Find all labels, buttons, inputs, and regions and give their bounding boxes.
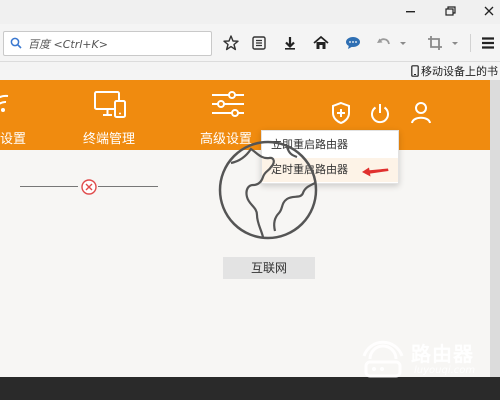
download-icon[interactable]: [279, 32, 301, 54]
browser-window: 移动设备上的书 设置 终端管理: [0, 0, 500, 400]
account-button[interactable]: [407, 80, 435, 150]
page-scrollbar[interactable]: [490, 80, 500, 377]
watermark-name: 路由器: [411, 342, 474, 366]
globe-icon: [218, 140, 318, 240]
connection-line: [20, 186, 78, 187]
router-logo-icon: [362, 340, 404, 378]
undo-dropdown-icon[interactable]: [397, 32, 409, 54]
mobile-bookmarks-link[interactable]: 移动设备上的书: [411, 63, 498, 79]
crop-dropdown-icon[interactable]: [449, 32, 461, 54]
nav-item-settings[interactable]: 设置: [0, 80, 40, 150]
watermark-url: luyouqi.com: [414, 365, 476, 376]
internet-label: 互联网: [223, 257, 315, 279]
nav-item-terminal-management[interactable]: 终端管理: [75, 80, 155, 150]
reading-list-icon[interactable]: [248, 32, 270, 54]
sliders-icon: [212, 91, 244, 117]
search-input[interactable]: [28, 35, 208, 53]
search-icon: [10, 37, 22, 49]
router-admin-page: 设置 终端管理 高级设置 立即重启路由器 定时重启路由器 互联网: [0, 80, 490, 377]
window-titlebar: [0, 0, 500, 24]
mobile-device-icon: [411, 65, 419, 77]
nav-label: 设置: [0, 132, 27, 147]
bookmark-star-icon[interactable]: [220, 32, 242, 54]
power-icon: [371, 104, 389, 124]
crop-icon[interactable]: [424, 32, 446, 54]
connection-line: [98, 186, 158, 187]
bookmarks-bar: 移动设备上的书: [0, 62, 500, 80]
restore-icon[interactable]: [441, 3, 459, 19]
annotation-arrow-icon: [362, 167, 389, 177]
search-bar[interactable]: [3, 31, 212, 56]
disconnected-icon: [81, 179, 97, 195]
browser-toolbar: [0, 24, 500, 62]
close-icon[interactable]: [480, 3, 498, 19]
mobile-bookmarks-label: 移动设备上的书: [421, 65, 498, 78]
shield-icon: [332, 101, 350, 125]
chat-bubble-icon[interactable]: [342, 32, 364, 54]
home-icon[interactable]: [310, 32, 332, 54]
user-icon: [411, 102, 431, 124]
toolbar-separator: [470, 34, 471, 52]
undo-icon[interactable]: [373, 32, 395, 54]
wifi-icon: [0, 94, 9, 112]
minimize-icon[interactable]: [402, 3, 420, 19]
nav-label: 终端管理: [83, 132, 136, 147]
devices-icon: [94, 91, 126, 118]
menu-icon[interactable]: [477, 32, 499, 54]
